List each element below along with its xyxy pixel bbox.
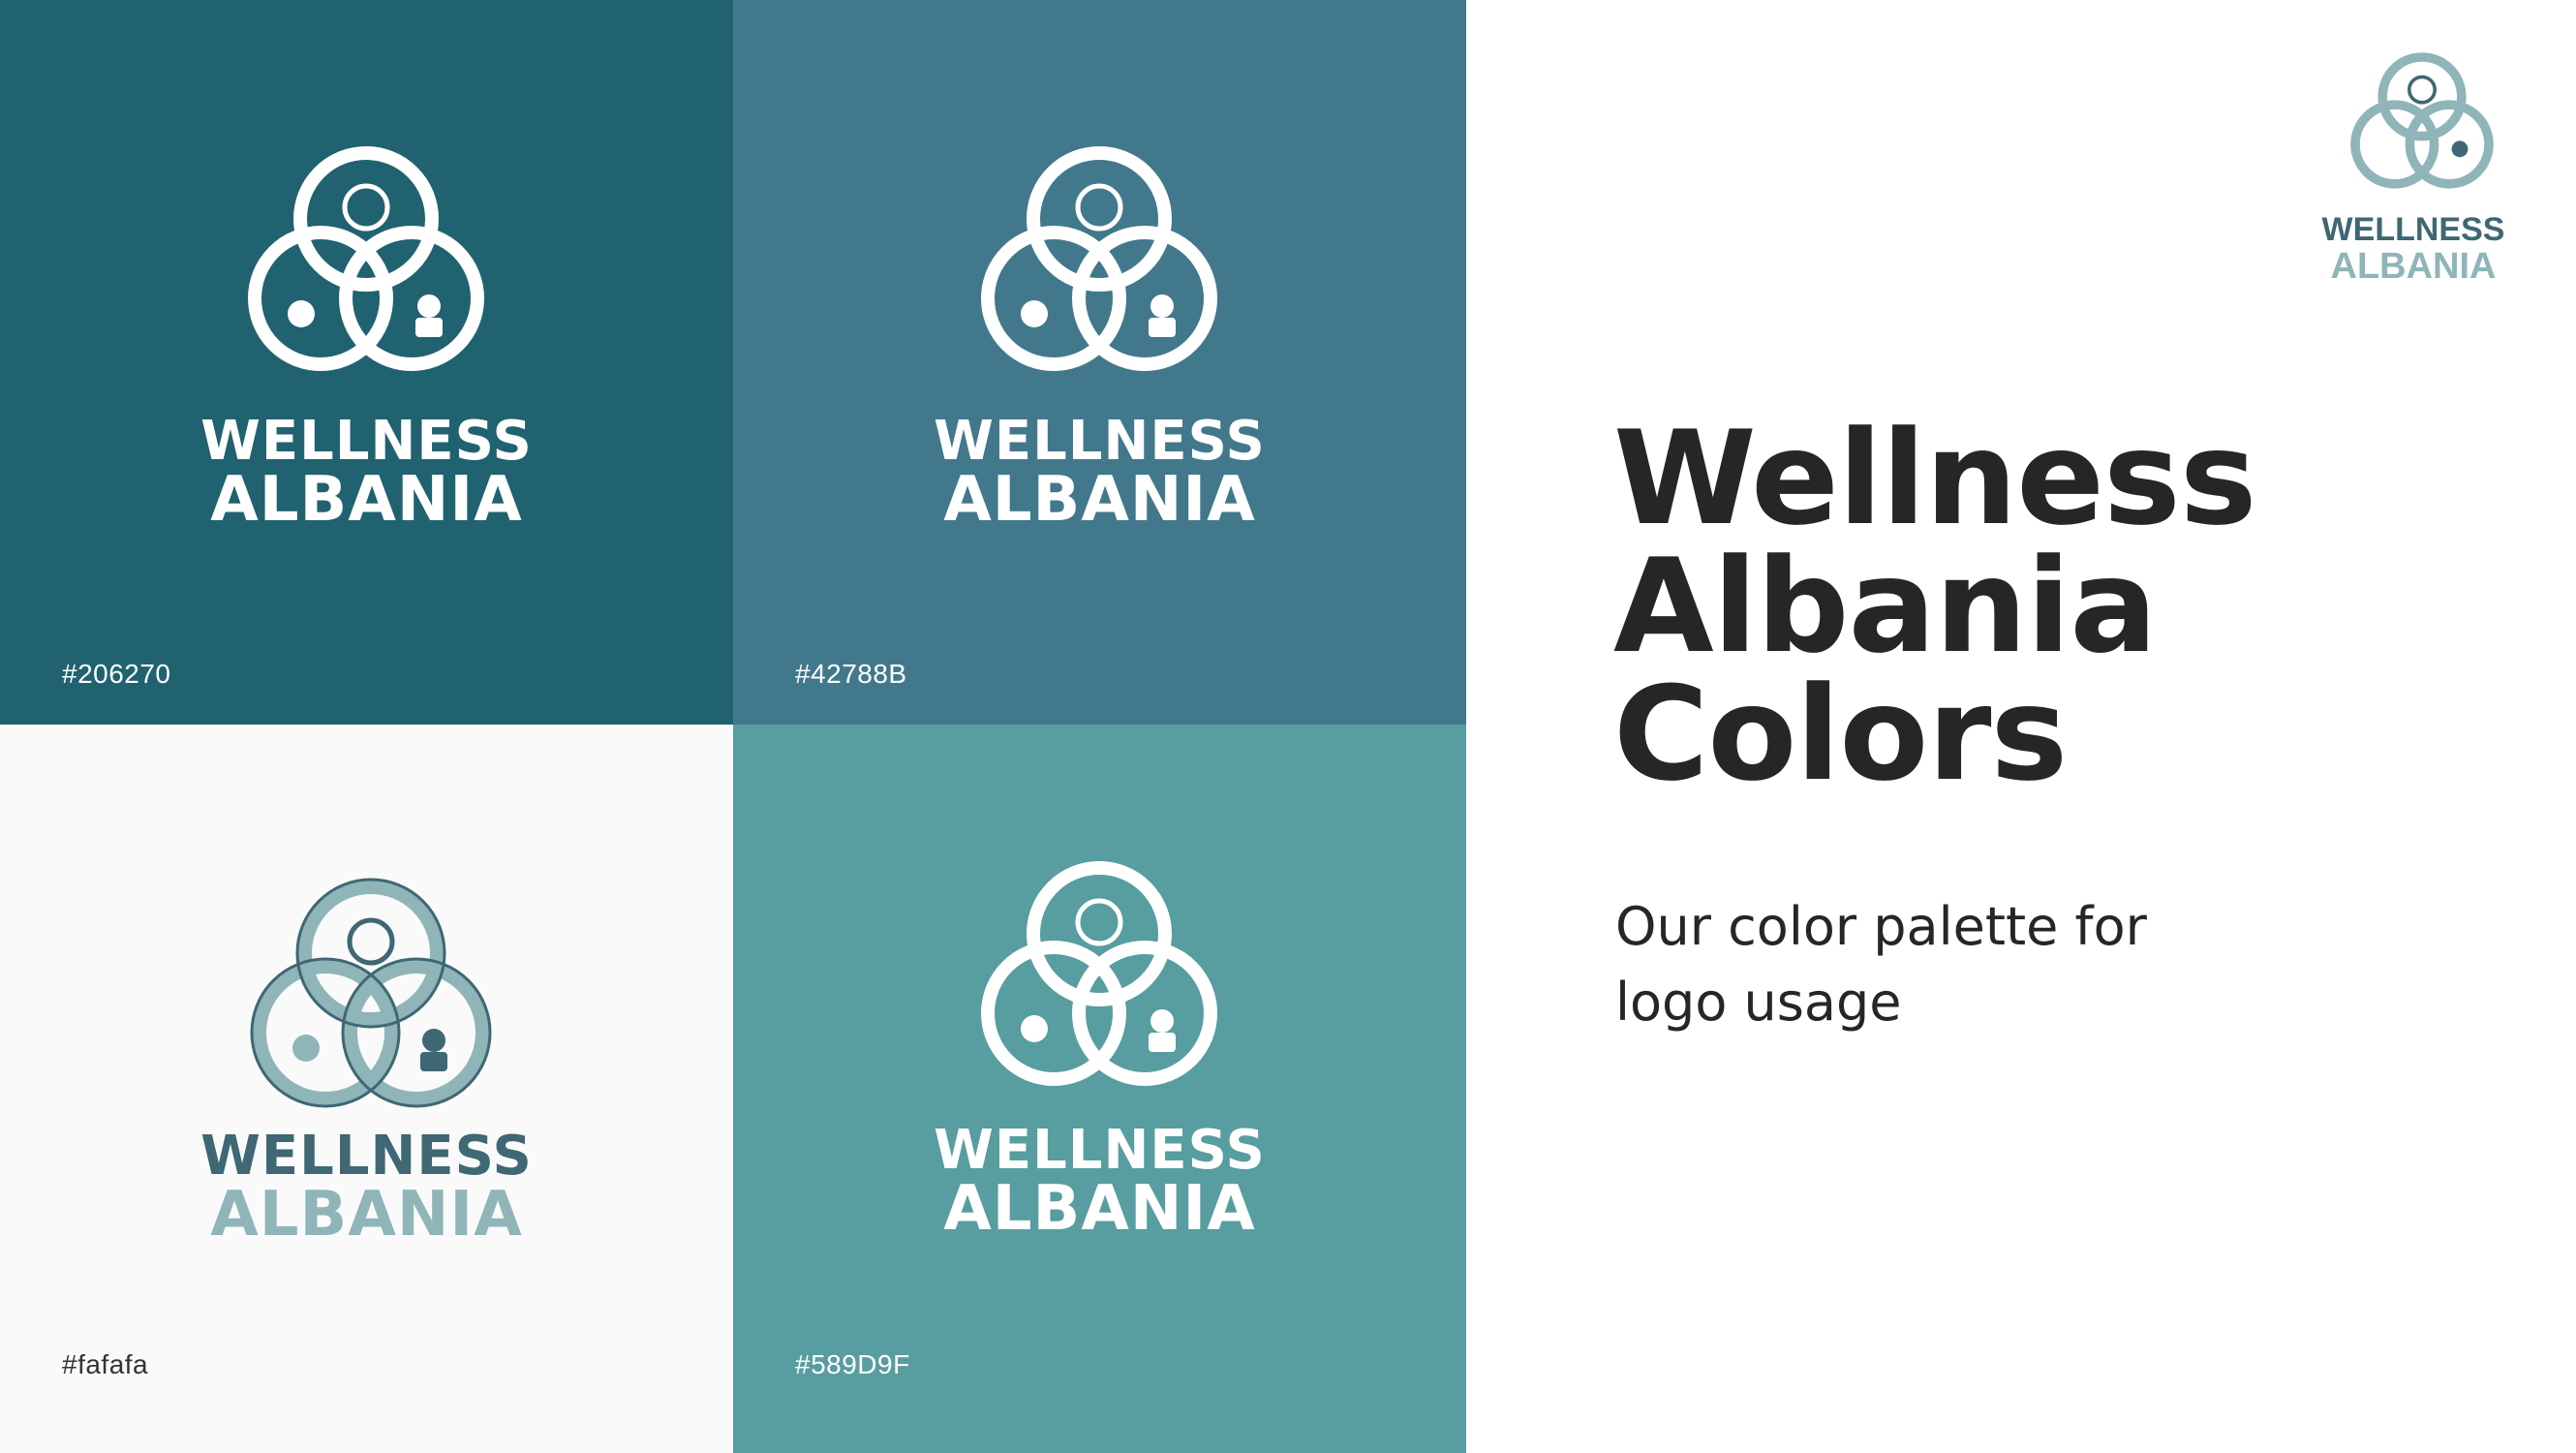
page-title-line2: Albania (1613, 531, 2158, 682)
logo-wordmark-line1: WELLNESS (934, 410, 1266, 473)
wellness-albania-logo-icon (981, 146, 1217, 371)
logo-wordmark-line1: WELLNESS (2321, 211, 2505, 248)
logo-wordmark-line2: ALBANIA (943, 1173, 1256, 1245)
swatch-tile-206270: WELLNESS ALBANIA #206270 (0, 0, 733, 725)
swatch-hex-label: #42788B (795, 659, 907, 689)
page-title: Wellness Albania Colors (1613, 403, 2257, 810)
swatch-tile-42788b: WELLNESS ALBANIA #42788B (733, 0, 1466, 725)
swatch-tile-fafafa: WELLNESS ALBANIA #fafafa (0, 725, 733, 1453)
corner-brand-logo: WELLNESS ALBANIA (2313, 45, 2514, 296)
swatch-hex-label: #589D9F (795, 1349, 910, 1379)
wellness-albania-logo-icon (981, 861, 1217, 1086)
logo-wordmark-line1: WELLNESS (934, 1119, 1266, 1182)
page-title-line3: Colors (1613, 659, 2068, 810)
logo-wordmark-line2: ALBANIA (943, 464, 1256, 536)
page-subtitle: Our color palette for logo usage (1615, 896, 2147, 1033)
swatch-hex-label: #206270 (62, 659, 171, 689)
wellness-albania-logo-icon (2350, 52, 2494, 189)
wellness-albania-logo-icon (250, 878, 492, 1108)
logo-wordmark-line1: WELLNESS (200, 410, 533, 473)
logo-wordmark-line2: ALBANIA (210, 464, 523, 536)
swatch-hex-label: #fafafa (62, 1349, 149, 1379)
logo-wordmark-line2: ALBANIA (2330, 246, 2497, 287)
wellness-albania-logo-icon (248, 146, 484, 371)
swatch-tile-589d9f: WELLNESS ALBANIA #589D9F (733, 725, 1466, 1453)
page-title-line1: Wellness (1613, 403, 2257, 554)
logo-wordmark-line2: ALBANIA (210, 1179, 523, 1251)
logo-wordmark-line1: WELLNESS (200, 1125, 533, 1188)
